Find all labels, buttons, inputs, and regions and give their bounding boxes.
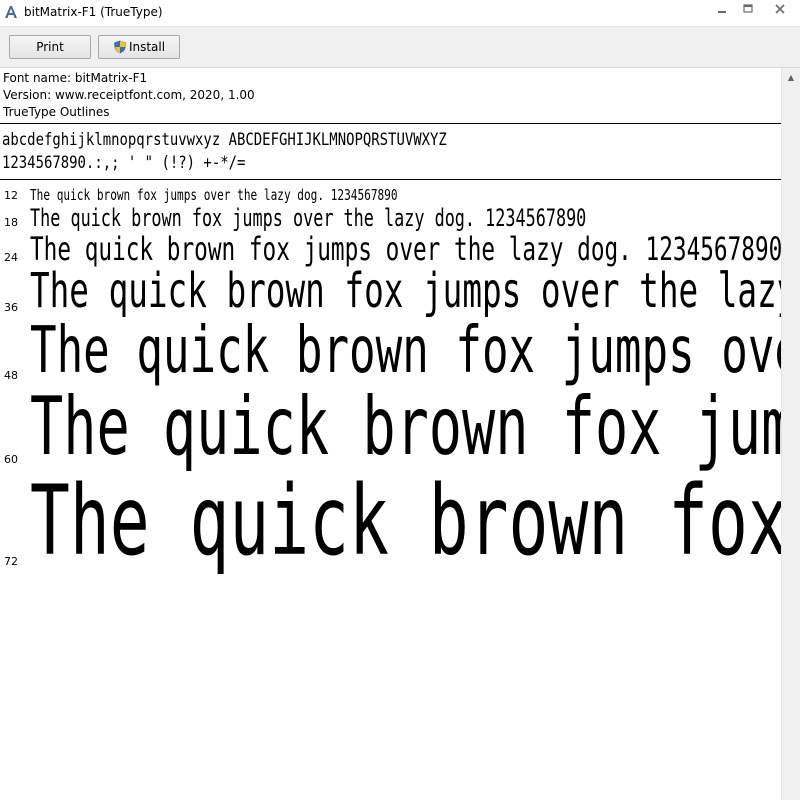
divider: [0, 179, 781, 180]
sample-text: The quick brown fox jumps over the lazy …: [30, 465, 781, 577]
sample-size-label: 12: [4, 189, 18, 202]
sample-size-label: 48: [4, 369, 18, 382]
charset-digits-symbols: 1234567890.:,; ' " (!?) +-*/=: [2, 153, 246, 173]
maximize-icon[interactable]: [736, 0, 760, 17]
sample-size-label: 72: [4, 555, 18, 568]
window-title: bitMatrix-F1 (TrueType): [24, 5, 163, 19]
vertical-scrollbar[interactable]: ▲: [781, 68, 800, 800]
print-button[interactable]: Print: [9, 35, 91, 59]
sample-text: The quick brown fox jumps over the lazy …: [30, 204, 587, 232]
font-name-line: Font name: bitMatrix-F1: [3, 71, 148, 85]
charset-lowercase-uppercase: abcdefghijklmnopqrstuvwxyz ABCDEFGHIJKLM…: [2, 130, 447, 150]
sample-text: The quick brown fox jumps over the lazy …: [30, 230, 781, 268]
sample-row-72: 72 The quick brown fox jumps over the la…: [0, 473, 781, 569]
sample-row-12: 12 The quick brown fox jumps over the la…: [0, 188, 781, 203]
scroll-up-arrow-icon[interactable]: ▲: [782, 68, 800, 86]
install-button[interactable]: Install: [98, 35, 180, 59]
sample-text: The quick brown fox jumps over the lazy …: [30, 380, 781, 473]
sample-text: The quick brown fox jumps over the lazy …: [30, 186, 398, 204]
toolbar: Print Install: [0, 27, 800, 68]
install-button-label: Install: [128, 40, 166, 54]
minimize-icon[interactable]: [710, 0, 734, 17]
font-outline-type-line: TrueType Outlines: [3, 105, 110, 119]
font-version-line: Version: www.receiptfont.com, 2020, 1.00: [3, 88, 255, 102]
sample-text: The quick brown fox jumps over the lazy …: [30, 314, 781, 388]
sample-size-label: 36: [4, 301, 18, 314]
font-app-icon: [4, 5, 18, 19]
sample-size-label: 60: [4, 453, 18, 466]
sample-size-label: 24: [4, 251, 18, 264]
font-preview-pane: Font name: bitMatrix-F1 Version: www.rec…: [0, 68, 781, 800]
close-icon[interactable]: [762, 0, 798, 17]
print-button-label: Print: [36, 40, 64, 54]
uac-shield-icon: [114, 40, 126, 54]
divider: [0, 123, 781, 124]
sample-size-label: 18: [4, 216, 18, 229]
title-bar: bitMatrix-F1 (TrueType): [0, 0, 800, 27]
sample-text: The quick brown fox jumps over the lazy …: [30, 263, 781, 319]
